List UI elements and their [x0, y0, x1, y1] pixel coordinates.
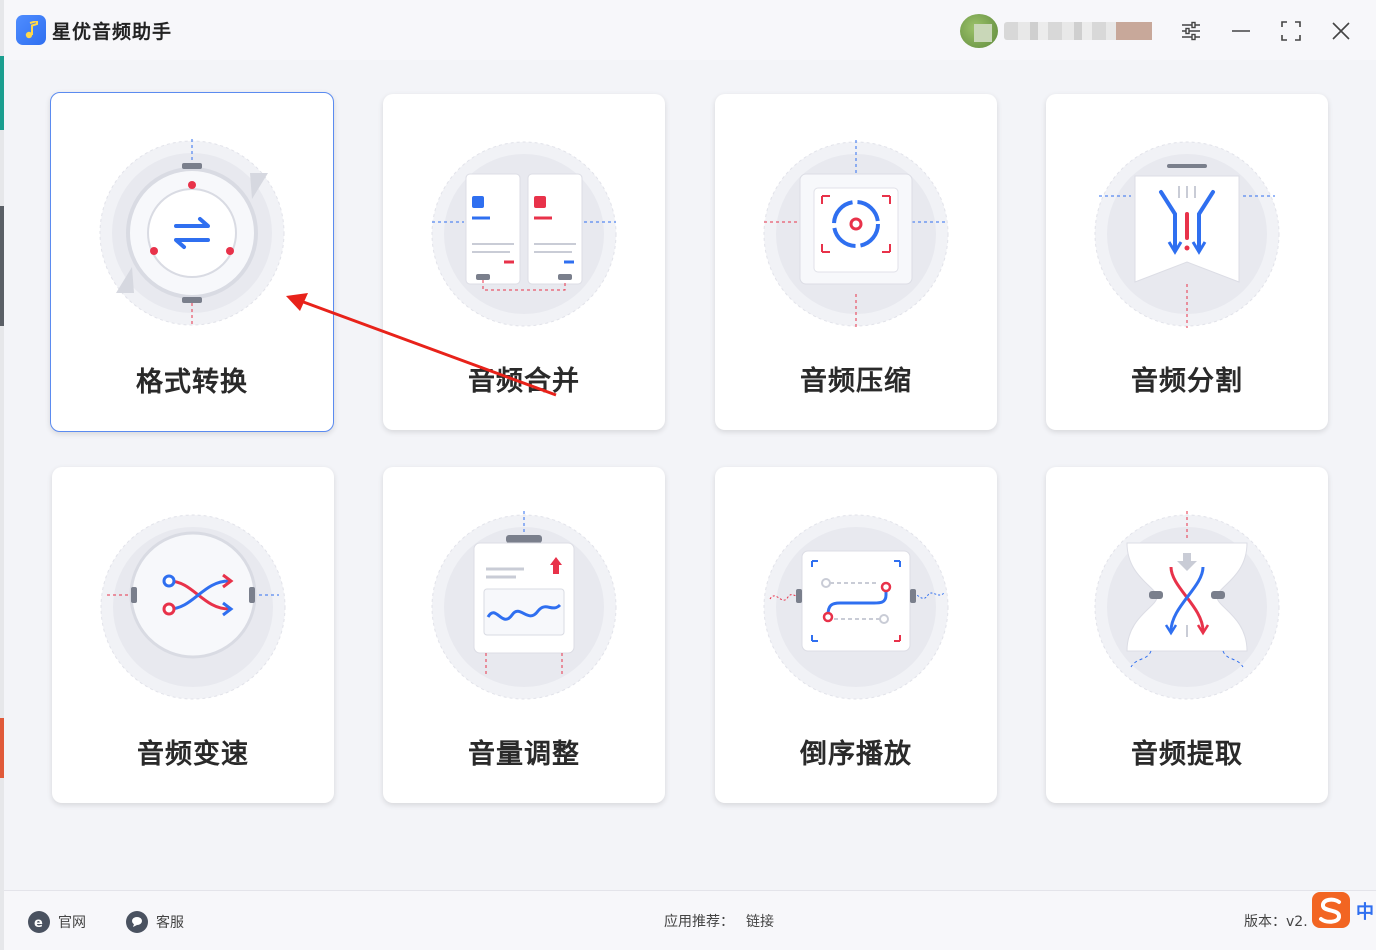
feature-label: 音量调整 — [468, 739, 580, 770]
svg-text:e: e — [34, 916, 43, 929]
feature-card-volume-adjust[interactable]: 音量调整 — [383, 467, 665, 803]
volume-adjust-icon — [431, 511, 617, 700]
minimize-icon — [1232, 30, 1250, 32]
recommend-label: 应用推荐： — [664, 914, 734, 930]
music-note-icon — [25, 21, 38, 39]
app-logo — [16, 15, 46, 45]
feature-label: 倒序播放 — [800, 739, 912, 770]
reverse-play-icon — [763, 514, 949, 700]
feature-label: 音频提取 — [1131, 739, 1243, 770]
chat-icon — [126, 911, 148, 933]
audio-split-icon — [1094, 141, 1280, 328]
close-button[interactable] — [1326, 16, 1356, 46]
background-window-edge — [0, 0, 4, 950]
recommend-link[interactable]: 链接 — [746, 911, 774, 931]
footer-bar: e 官网 客服 应用推荐： 链接 版本：v2. — [4, 890, 1376, 950]
feature-label: 音频合并 — [468, 366, 580, 397]
app-title: 星优音频助手 — [52, 21, 173, 43]
maximize-icon — [1281, 21, 1301, 41]
maximize-button[interactable] — [1276, 16, 1306, 46]
user-name[interactable] — [1004, 22, 1152, 40]
feature-card-reverse-play[interactable]: 倒序播放 — [715, 467, 997, 803]
ime-language: 中 — [1356, 902, 1374, 923]
close-icon — [1332, 22, 1350, 40]
feature-card-audio-merge[interactable]: 音频合并 — [383, 94, 665, 430]
app-recommend: 应用推荐： 链接 — [664, 911, 774, 931]
website-link[interactable]: e 官网 — [28, 911, 86, 933]
minimize-button[interactable] — [1226, 16, 1256, 46]
browser-icon: e — [28, 911, 50, 933]
audio-compress-icon — [763, 140, 949, 328]
settings-button[interactable] — [1176, 16, 1206, 46]
ime-indicator[interactable]: 中 — [1312, 892, 1376, 932]
customer-service-link[interactable]: 客服 — [126, 911, 184, 933]
audio-merge-icon — [431, 141, 617, 327]
version-info: 版本：v2. — [1244, 911, 1308, 931]
format-convert-icon — [99, 139, 285, 327]
feature-card-audio-speed[interactable]: 音频变速 — [52, 467, 334, 803]
service-label: 客服 — [156, 915, 184, 931]
feature-card-audio-compress[interactable]: 音频压缩 — [715, 94, 997, 430]
audio-speed-icon — [100, 514, 286, 700]
audio-extract-icon — [1094, 511, 1280, 700]
version-label: 版本：v2. — [1244, 914, 1308, 930]
settings-icon — [1182, 21, 1200, 41]
title-bar: 星优音频助手 — [4, 0, 1376, 60]
feature-card-format-convert[interactable]: 格式转换 — [50, 92, 334, 432]
website-label: 官网 — [58, 915, 86, 931]
feature-card-audio-split[interactable]: 音频分割 — [1046, 94, 1328, 430]
avatar[interactable] — [960, 14, 998, 48]
feature-label: 音频压缩 — [800, 366, 912, 397]
feature-card-audio-extract[interactable]: 音频提取 — [1046, 467, 1328, 803]
feature-label: 音频分割 — [1131, 366, 1243, 397]
feature-label: 格式转换 — [136, 367, 248, 398]
feature-label: 音频变速 — [137, 739, 249, 770]
